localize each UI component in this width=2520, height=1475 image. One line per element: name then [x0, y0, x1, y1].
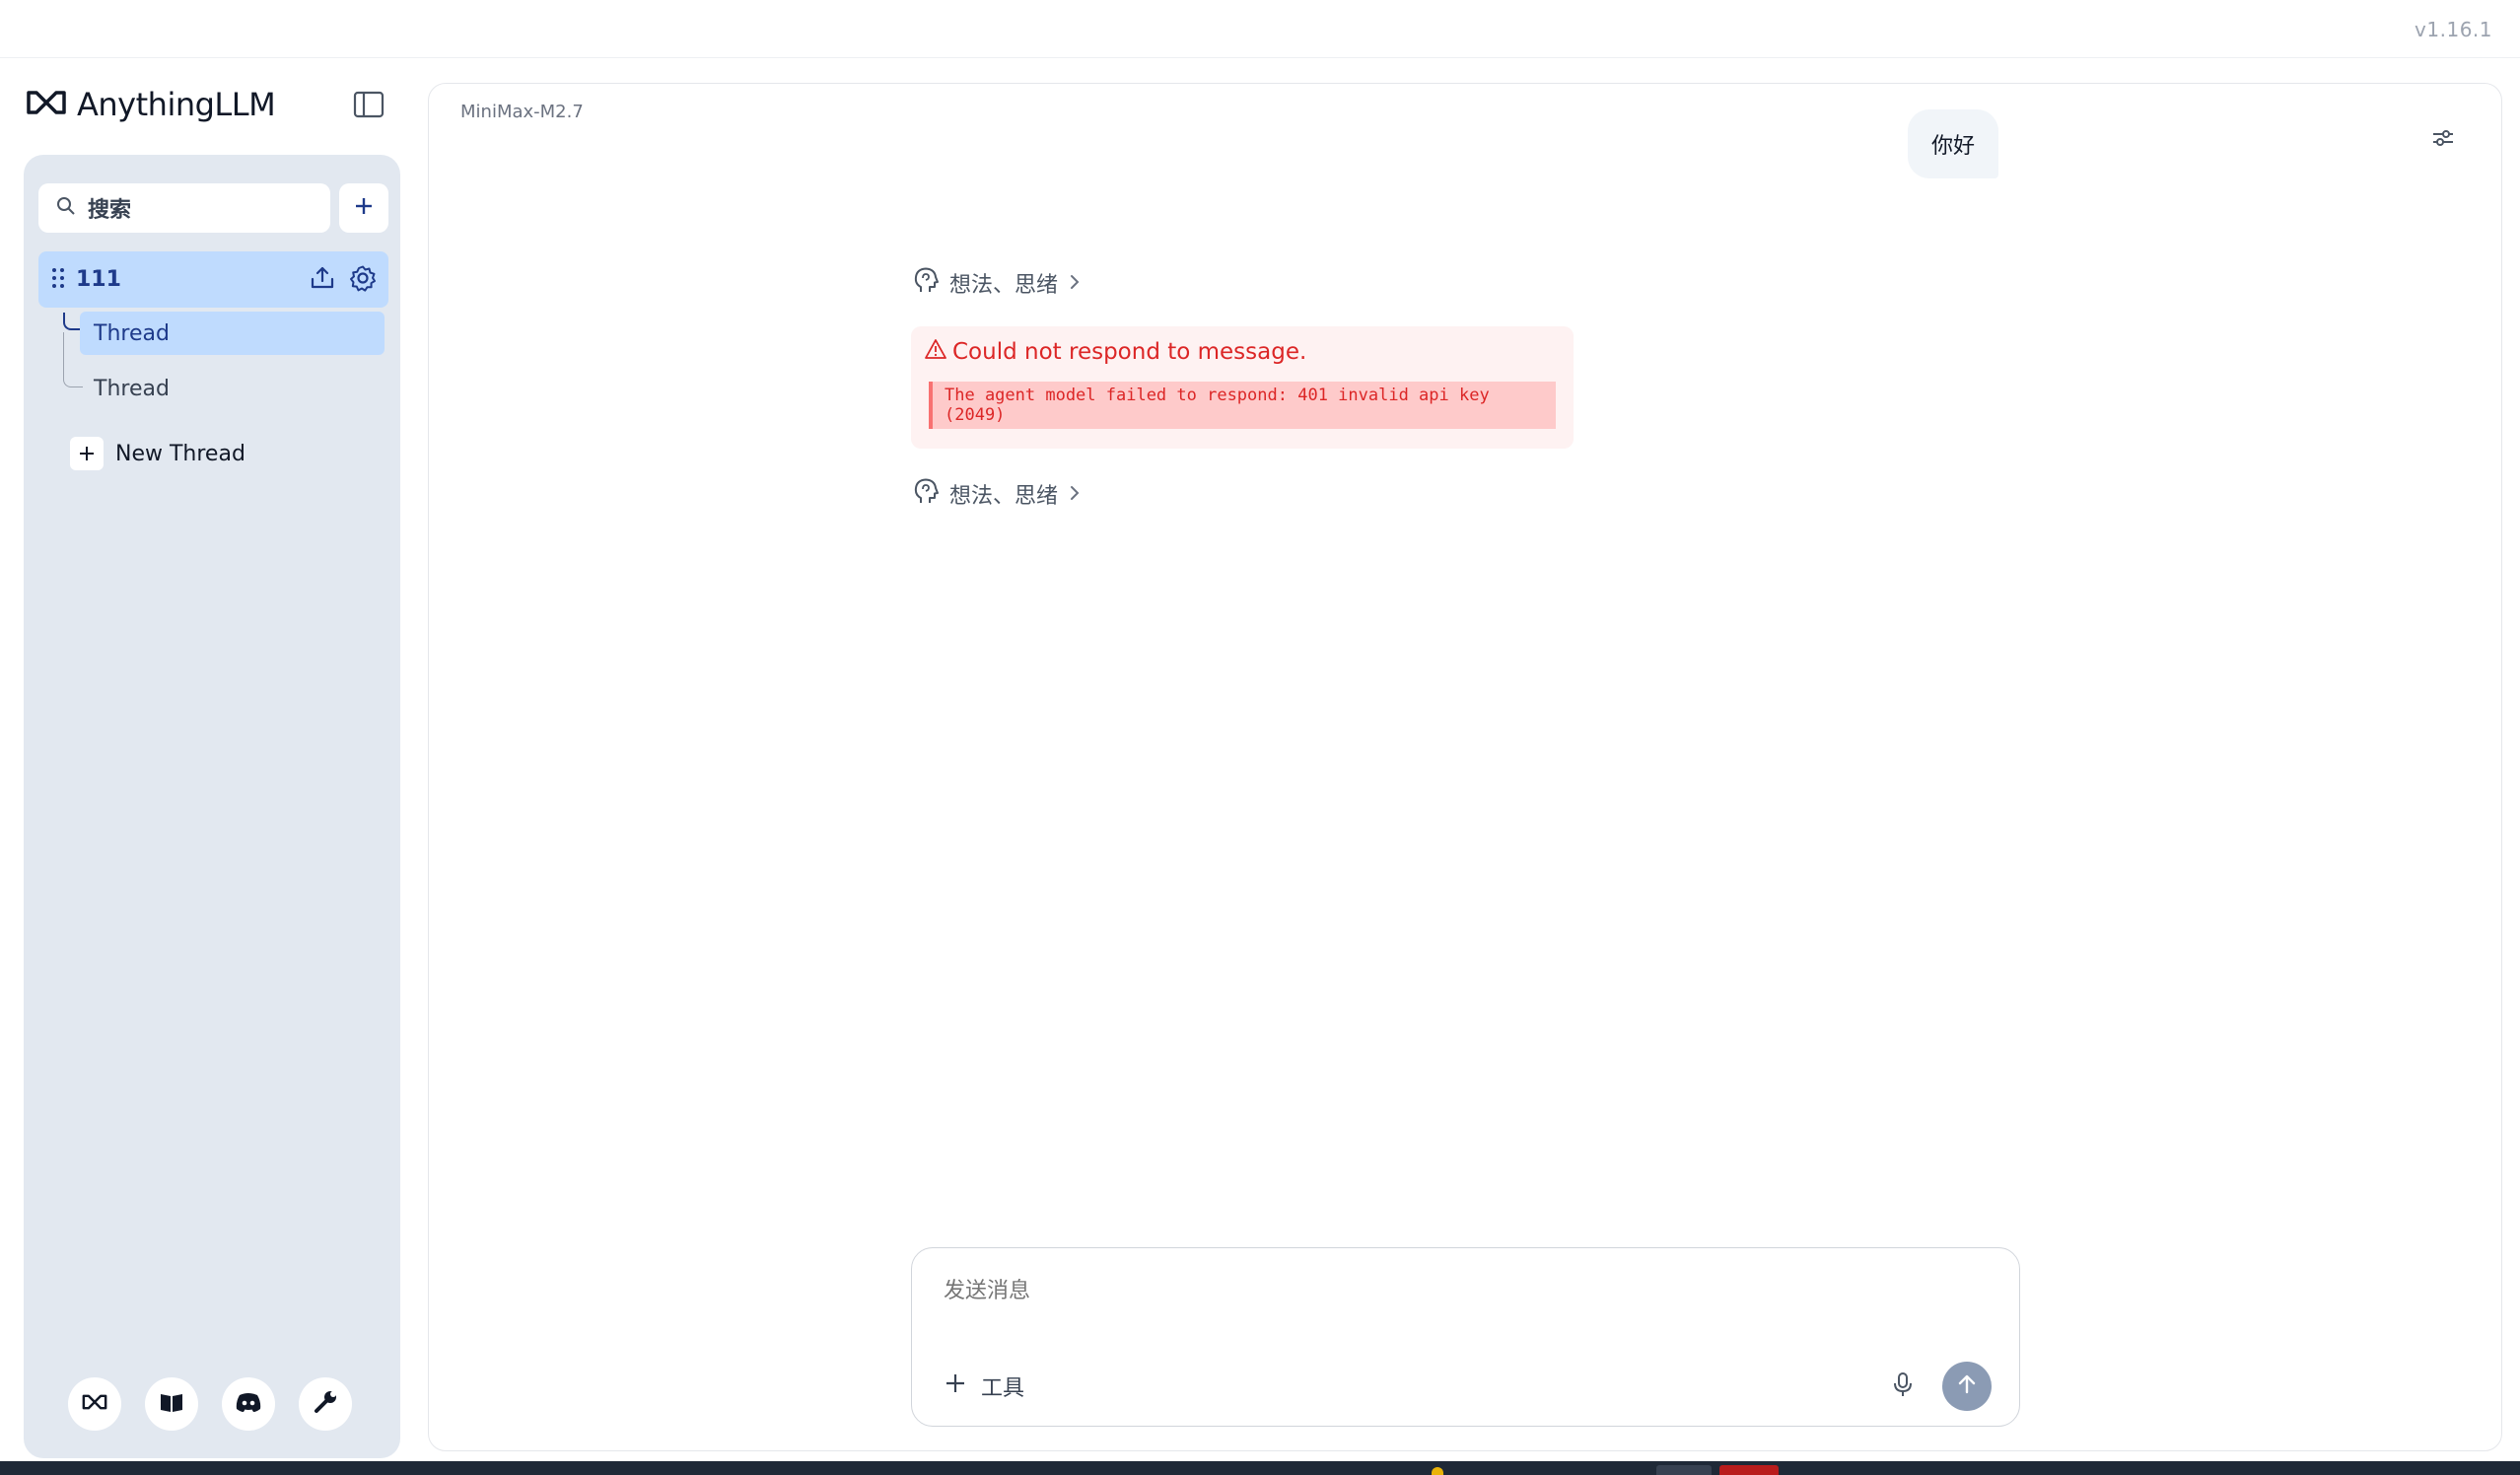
user-message: 你好: [1908, 109, 1999, 178]
workspace-name: 111: [76, 267, 121, 292]
arrow-up-icon: [1955, 1372, 1979, 1400]
sidebar-footer: [68, 1377, 352, 1431]
anythingllm-logo-icon: [26, 89, 67, 120]
tools-label: 工具: [981, 1376, 1025, 1401]
docs-button[interactable]: [145, 1377, 198, 1431]
sidebar: 搜索 111 Thread Thread New Thread: [24, 155, 400, 1458]
discord-button[interactable]: [222, 1377, 275, 1431]
tools-button[interactable]: 工具: [944, 1367, 1024, 1406]
app-version: v1.16.1: [2415, 18, 2492, 41]
sidebar-toggle-button[interactable]: [351, 89, 386, 124]
search-icon: [56, 196, 76, 220]
settings-button[interactable]: [299, 1377, 352, 1431]
wrench-icon: [313, 1389, 338, 1419]
thought-toggle[interactable]: 想法、思绪: [912, 476, 1082, 512]
plus-icon: [70, 437, 104, 470]
search-input[interactable]: 搜索: [38, 183, 330, 233]
chat-settings-button[interactable]: [2428, 125, 2458, 155]
thread-item[interactable]: Thread: [80, 367, 385, 410]
anythingllm-logo-icon: [82, 1393, 107, 1415]
brain-head-icon: [912, 477, 940, 511]
search-placeholder: 搜索: [88, 198, 132, 223]
thought-label: 想法、思绪: [949, 273, 1059, 298]
microphone-icon: [1893, 1371, 1913, 1401]
error-message-card: Could not respond to message. The agent …: [911, 326, 1574, 449]
upload-icon[interactable]: [310, 265, 335, 295]
error-title-row: Could not respond to message.: [925, 338, 1306, 366]
error-detail: The agent model failed to respond: 401 i…: [929, 382, 1556, 429]
plus-icon: [353, 195, 375, 221]
os-taskbar: [0, 1461, 2520, 1475]
plus-icon: [944, 1371, 967, 1401]
discord-icon: [235, 1391, 262, 1417]
thread-item-active[interactable]: Thread: [80, 312, 385, 355]
anythingllm-home-button[interactable]: [68, 1377, 121, 1431]
chevron-right-icon: [1068, 271, 1082, 296]
brain-head-icon: [912, 266, 940, 300]
brand: AnythingLLM: [26, 85, 276, 124]
chevron-right-icon: [1068, 482, 1082, 507]
message-composer: 工具: [911, 1247, 2020, 1427]
workspace-item[interactable]: 111: [38, 251, 388, 308]
top-bar: v1.16.1: [0, 0, 2520, 58]
sliders-icon: [2431, 127, 2455, 153]
microphone-button[interactable]: [1887, 1370, 1919, 1402]
model-label: MiniMax-M2.7: [460, 102, 584, 122]
drag-handle-icon[interactable]: [50, 266, 66, 294]
add-workspace-button[interactable]: [339, 183, 388, 233]
warning-icon: [925, 338, 946, 366]
sidebar-panel-icon: [353, 91, 385, 122]
error-title: Could not respond to message.: [952, 339, 1307, 365]
book-icon: [159, 1391, 184, 1417]
taskbar-app-icon[interactable]: [1656, 1465, 1712, 1475]
send-button[interactable]: [1942, 1362, 1992, 1411]
thought-label: 想法、思绪: [949, 484, 1059, 509]
new-thread-button[interactable]: New Thread: [70, 434, 245, 473]
taskbar-app-icon[interactable]: [1432, 1467, 1443, 1475]
taskbar-app-icon[interactable]: [1719, 1465, 1779, 1475]
new-thread-label: New Thread: [115, 441, 245, 466]
message-input[interactable]: [944, 1278, 1929, 1303]
brand-name: AnythingLLM: [77, 86, 276, 123]
gear-icon[interactable]: [349, 264, 377, 296]
thought-toggle[interactable]: 想法、思绪: [912, 265, 1082, 301]
chat-panel: MiniMax-M2.7 你好 想法、思绪 Could not respond …: [428, 83, 2502, 1451]
